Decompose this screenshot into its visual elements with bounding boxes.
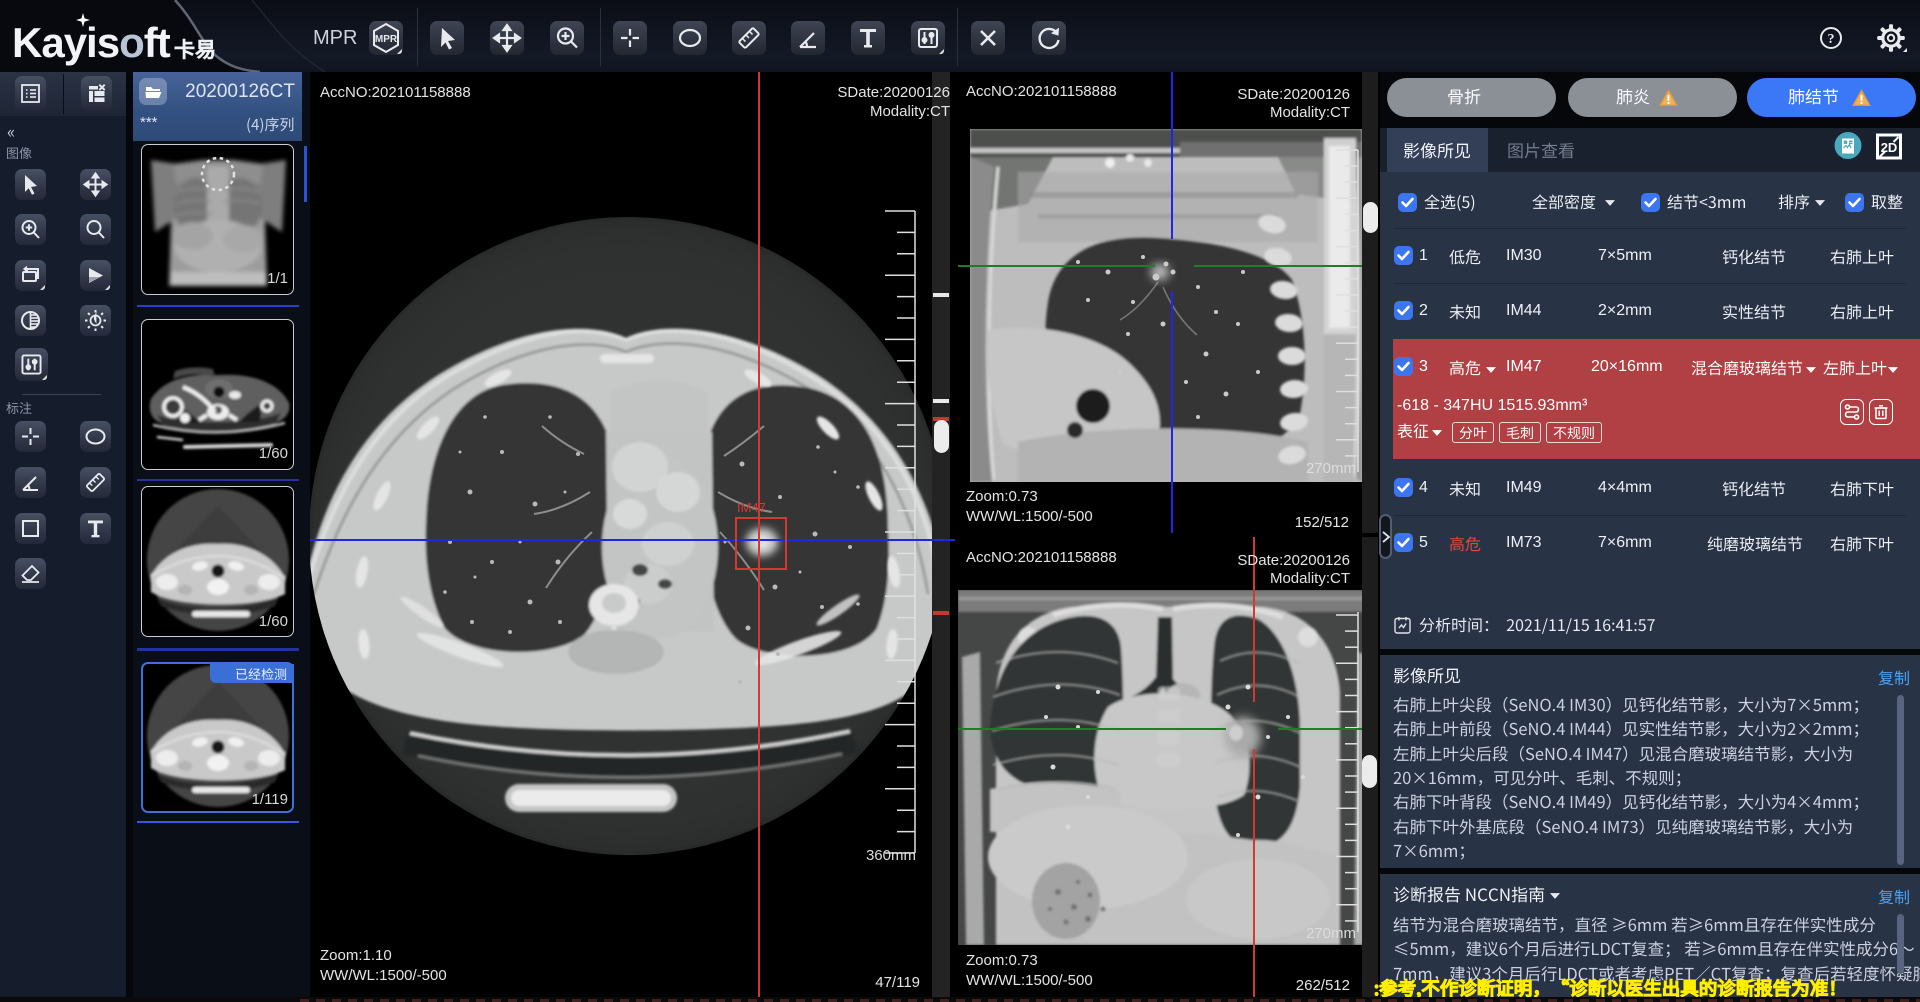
svg-text:MPR: MPR xyxy=(375,34,398,45)
svg-text:?: ? xyxy=(1828,32,1835,47)
svg-text:2D: 2D xyxy=(1881,140,1898,155)
